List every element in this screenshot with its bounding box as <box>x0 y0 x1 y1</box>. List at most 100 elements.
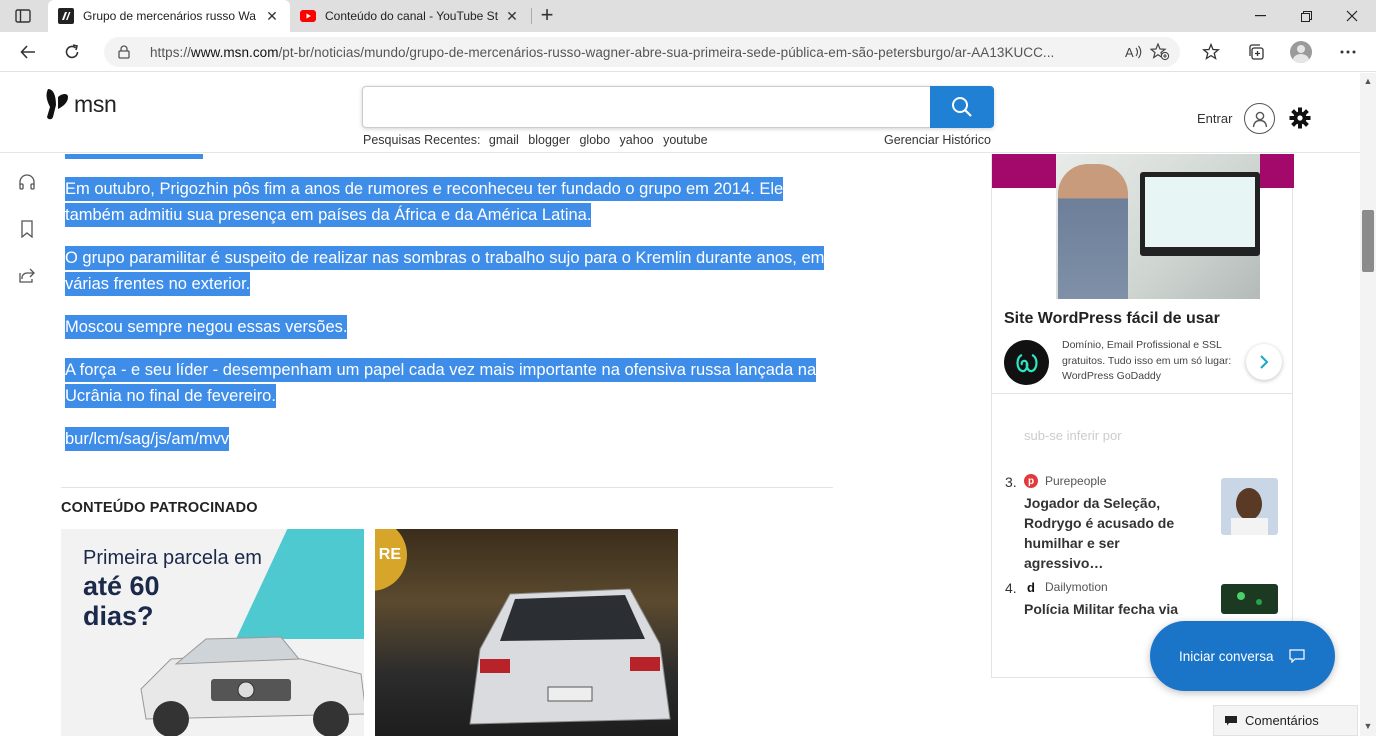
svg-text:A: A <box>1125 45 1134 60</box>
close-tab-icon[interactable]: ✕ <box>264 8 280 25</box>
start-chat-label: Iniciar conversa <box>1179 648 1274 664</box>
collections-icon <box>1249 44 1264 60</box>
user-icon[interactable] <box>1244 103 1275 134</box>
hatchback-car-image <box>469 588 671 725</box>
person-figure <box>1058 164 1128 299</box>
selection-remnant <box>65 154 203 159</box>
article-paragraph: Em outubro, Prigozhin pôs fim a anos de … <box>65 176 835 228</box>
address-bar: https://www.msn.com/pt-br/noticias/mundo… <box>0 32 1376 72</box>
more-dots-icon <box>1340 50 1356 54</box>
tab-actions-button[interactable] <box>10 5 36 27</box>
wordpress-ad[interactable]: Site WordPress fácil de usar Domínio, Em… <box>991 154 1294 394</box>
chat-bubble-icon <box>1288 649 1305 663</box>
close-window-button[interactable] <box>1329 0 1375 32</box>
msn-logo-text: msn <box>74 90 117 117</box>
lock-icon <box>118 45 134 59</box>
msn-icon <box>58 8 74 24</box>
tab-title: Grupo de mercenários russo Wa <box>83 9 256 23</box>
profile-avatar-icon <box>1290 41 1312 63</box>
faded-text: sub-se inferir por <box>1024 428 1122 443</box>
article-paragraph: Moscou sempre negou essas versões. <box>65 314 835 340</box>
monitor-figure <box>1140 172 1260 256</box>
tab-youtube[interactable]: Conteúdo do canal - YouTube St ✕ <box>290 0 530 32</box>
gear-icon[interactable] <box>1288 106 1312 130</box>
profile-button[interactable] <box>1287 38 1315 66</box>
section-divider <box>61 487 833 488</box>
collections-button[interactable] <box>1242 38 1270 66</box>
url-text: https://www.msn.com/pt-br/noticias/mundo… <box>150 44 1055 60</box>
recent-searches-label: Pesquisas Recentes: <box>363 133 481 147</box>
minimize-button[interactable] <box>1237 0 1283 32</box>
item-number: 3. <box>1005 474 1017 490</box>
sign-in-link[interactable]: Entrar <box>1197 111 1232 126</box>
comment-icon <box>1225 715 1237 726</box>
article-paragraph: O grupo paramilitar é suspeito de realiz… <box>65 245 835 297</box>
item-thumbnail <box>1221 478 1278 535</box>
item-headline: Polícia Militar fecha via <box>1024 601 1179 617</box>
url-field[interactable]: https://www.msn.com/pt-br/noticias/mundo… <box>104 37 1180 67</box>
start-chat-button[interactable]: Iniciar conversa <box>1150 621 1335 691</box>
add-favorite-icon[interactable] <box>1148 40 1172 64</box>
msn-butterfly-icon <box>46 89 68 120</box>
back-button[interactable] <box>14 38 42 66</box>
ad-next-button[interactable] <box>1246 344 1282 380</box>
sponsored-content-title: CONTEÚDO PATROCINADO <box>61 500 258 516</box>
item-source: d Dailymotion <box>1024 580 1108 595</box>
recent-searches: Pesquisas Recentes: gmail blogger globo … <box>363 133 714 147</box>
read-aloud-icon[interactable]: A <box>1122 40 1146 64</box>
restore-button[interactable] <box>1283 0 1329 32</box>
msn-header: msn Pesquisas Recentes: gmail blogger gl… <box>0 73 1360 153</box>
card-headline-1: Primeira parcela em <box>83 547 262 569</box>
tab-actions-icon <box>15 9 31 23</box>
item-headline: Jogador da Seleção, Rodrygo é acusado de… <box>1024 495 1175 571</box>
sponsored-card-vw[interactable]: Primeira parcela em até 60 dias? <box>61 529 364 736</box>
close-tab-icon[interactable]: ✕ <box>504 8 520 25</box>
restore-icon <box>1300 10 1312 22</box>
recent-search-globo[interactable]: globo <box>579 133 610 147</box>
favorites-star-icon <box>1202 43 1220 60</box>
article-credits: bur/lcm/sag/js/am/mvv <box>65 426 835 452</box>
pickup-truck-image <box>140 636 364 736</box>
godaddy-logo-icon <box>1004 340 1049 385</box>
item-number: 4. <box>1005 580 1017 596</box>
close-icon <box>1346 10 1358 22</box>
dailymotion-icon: d <box>1024 580 1038 595</box>
article-paragraph: A força - e seu líder - desempenham um p… <box>65 357 835 409</box>
recent-search-blogger[interactable]: blogger <box>528 133 570 147</box>
search-icon <box>952 97 972 117</box>
chevron-right-icon <box>1260 355 1269 369</box>
back-arrow-icon <box>20 45 35 59</box>
refresh-button[interactable] <box>58 38 86 66</box>
manage-history-link[interactable]: Gerenciar Histórico <box>884 133 991 147</box>
item-source: p Purepeople <box>1024 474 1106 488</box>
tab-title: Conteúdo do canal - YouTube St <box>325 9 499 23</box>
purepeople-icon: p <box>1024 474 1038 488</box>
favorites-button[interactable] <box>1197 38 1225 66</box>
comments-button[interactable]: Comentários <box>1213 705 1358 736</box>
scrollbar-thumb[interactable] <box>1362 210 1374 272</box>
ad-title: Site WordPress fácil de usar <box>1004 310 1220 327</box>
new-tab-button[interactable]: + <box>535 4 559 28</box>
msn-logo[interactable]: msn <box>44 87 117 121</box>
recent-search-yahoo[interactable]: yahoo <box>620 133 654 147</box>
search-input[interactable] <box>362 86 994 128</box>
scroll-up-icon[interactable]: ▲ <box>1362 75 1374 87</box>
bookmark-icon[interactable] <box>17 219 37 239</box>
tab-bar: Grupo de mercenários russo Wa ✕ Conteúdo… <box>0 0 1376 32</box>
scrollbar-track[interactable] <box>1360 73 1376 736</box>
article-body: Em outubro, Prigozhin pôs fim a anos de … <box>65 176 835 469</box>
ad-image <box>1056 154 1260 299</box>
refresh-icon <box>65 44 79 59</box>
recent-search-youtube[interactable]: youtube <box>663 133 707 147</box>
item-thumbnail <box>1221 584 1278 614</box>
settings-menu-button[interactable] <box>1334 38 1362 66</box>
tab-msn[interactable]: Grupo de mercenários russo Wa ✕ <box>48 0 290 32</box>
comments-label: Comentários <box>1245 713 1319 728</box>
scroll-down-icon[interactable]: ▼ <box>1362 720 1374 732</box>
sponsored-card-car[interactable]: ET RE <box>375 529 678 736</box>
search-button[interactable] <box>930 86 994 128</box>
youtube-icon <box>300 8 316 24</box>
share-icon[interactable] <box>17 265 37 285</box>
recent-search-gmail[interactable]: gmail <box>489 133 519 147</box>
headphones-icon[interactable] <box>17 172 37 192</box>
